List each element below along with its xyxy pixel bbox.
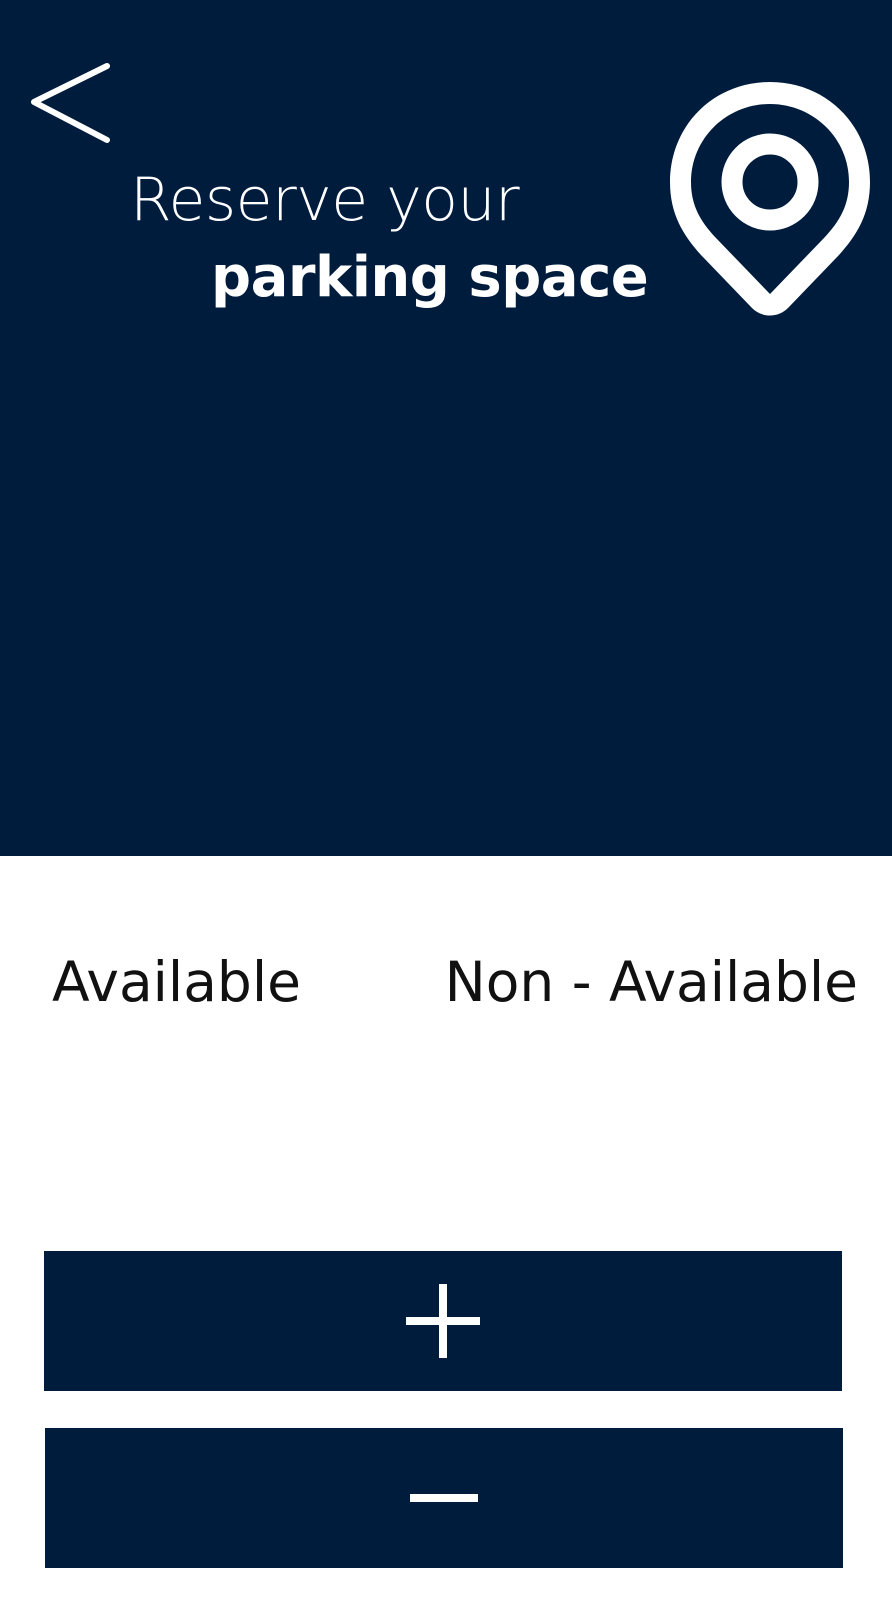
map-pin-icon[interactable] bbox=[670, 82, 870, 332]
header-panel: Reserve your parking space bbox=[0, 0, 892, 856]
add-parking-button[interactable] bbox=[44, 1251, 842, 1391]
legend-available-label: Available bbox=[52, 950, 301, 1014]
back-button[interactable] bbox=[28, 60, 118, 150]
page-title-line-1: Reserve your bbox=[130, 165, 520, 235]
chevron-left-icon bbox=[31, 63, 110, 143]
plus-icon bbox=[406, 1284, 480, 1358]
remove-parking-button[interactable] bbox=[45, 1428, 843, 1568]
minus-icon bbox=[410, 1494, 478, 1502]
page-title-line-2: parking space bbox=[211, 245, 649, 310]
legend-non-available-label: Non - Available bbox=[444, 950, 858, 1014]
